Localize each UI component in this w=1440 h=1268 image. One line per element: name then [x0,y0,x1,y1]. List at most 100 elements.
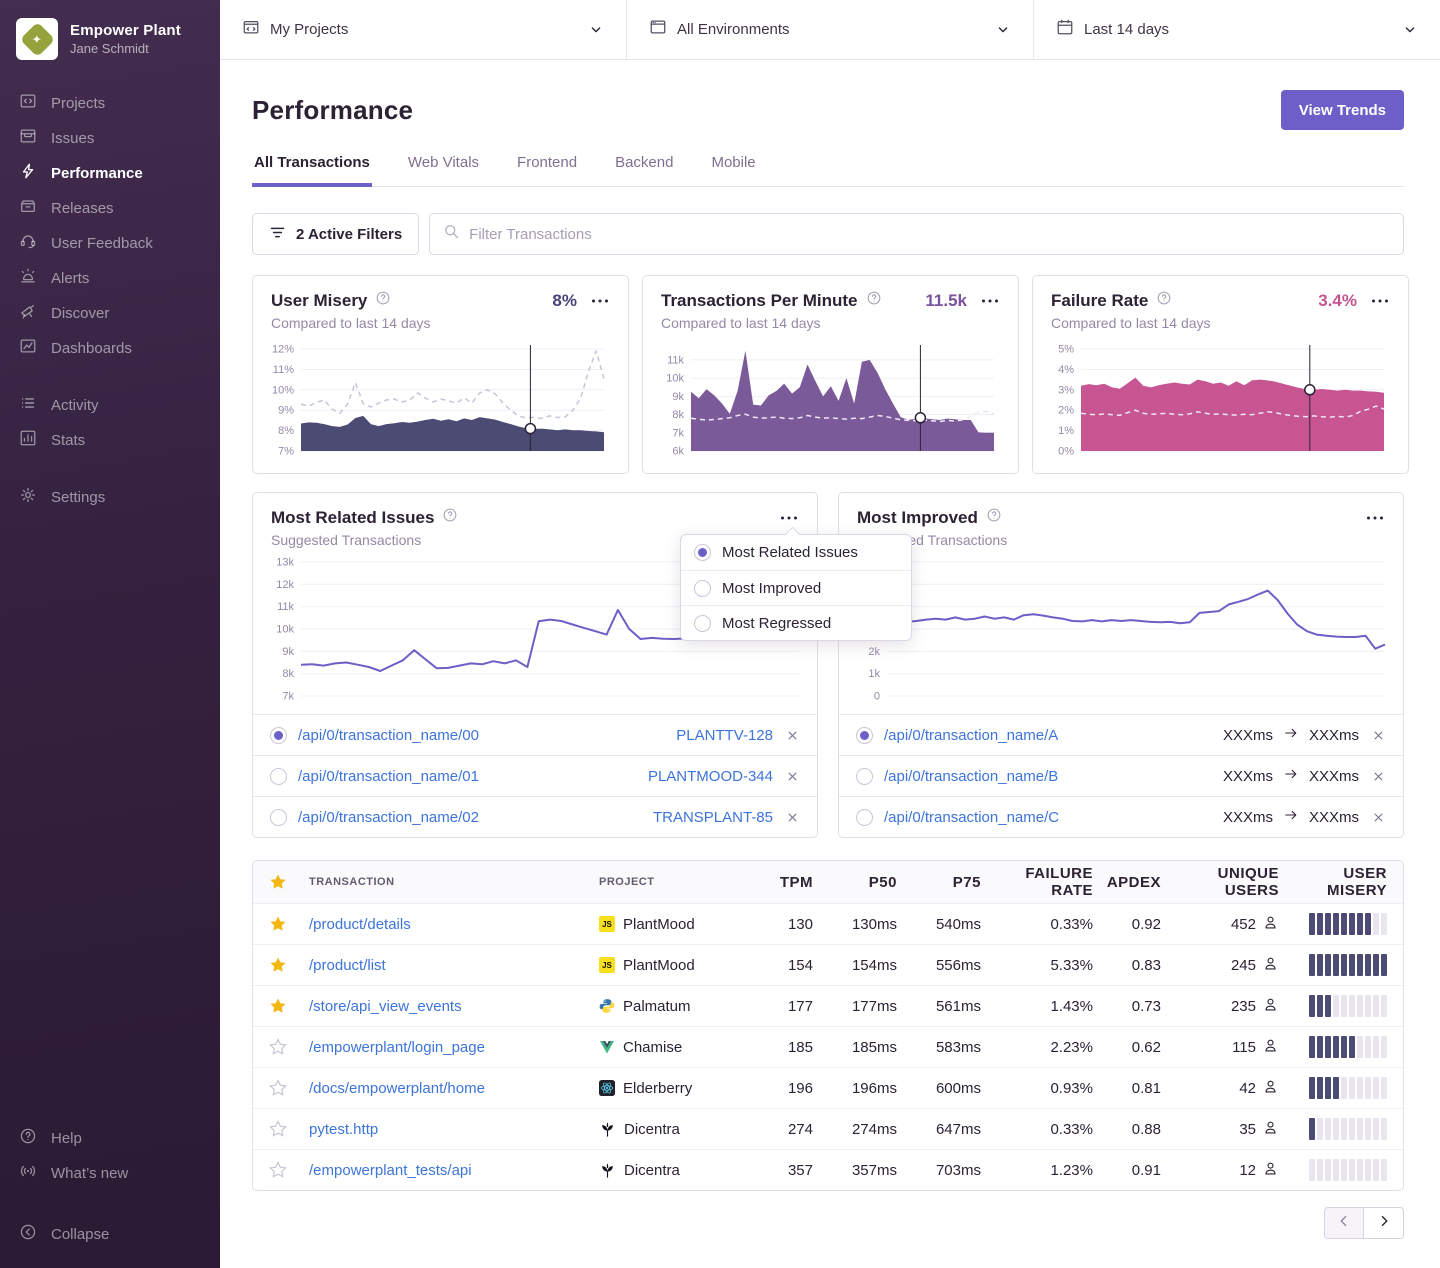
close-icon[interactable] [785,810,800,825]
tab-frontend[interactable]: Frontend [515,154,579,187]
card-menu-button[interactable] [1365,508,1385,528]
card-menu-button[interactable] [1370,291,1390,311]
sidebar-item-what-s-new[interactable]: What’s new [0,1156,220,1191]
close-icon[interactable] [1371,728,1386,743]
sidebar-item-issues[interactable]: Issues [0,121,220,156]
main-area: My Projects All Environments Last 14 day… [220,0,1440,1268]
help-icon[interactable] [375,290,391,311]
transaction-link[interactable]: /api/0/transaction_name/B [884,768,1058,785]
tab-all-transactions[interactable]: All Transactions [252,154,372,187]
sidebar-item-alerts[interactable]: Alerts [0,261,220,296]
sidebar-item-discover[interactable]: Discover [0,296,220,331]
svg-text:11k: 11k [667,354,684,366]
selector-last-14-days[interactable]: Last 14 days [1033,0,1440,59]
transaction-link[interactable]: /store/api_view_events [309,998,599,1015]
transaction-link[interactable]: /empowerplant_tests/api [309,1162,599,1179]
help-icon[interactable] [1156,290,1172,311]
radio-button [694,544,711,561]
card-menu-button[interactable] [590,291,610,311]
menu-item-most-related-issues[interactable]: Most Related Issues [681,535,911,570]
issues-icon [19,127,37,150]
sidebar-item-stats[interactable]: Stats [0,423,220,458]
transaction-link[interactable]: /api/0/transaction_name/C [884,809,1059,826]
card-user-misery: User Misery 8% Compared to last 14 days … [252,275,629,474]
view-trends-button[interactable]: View Trends [1281,90,1404,130]
activity-icon [19,394,37,417]
unique-users-cell: 115 [1161,1037,1279,1058]
star-outline-icon[interactable] [269,1120,309,1138]
card-menu-button[interactable] [779,508,799,528]
transaction-link[interactable]: /product/details [309,916,599,933]
chevron-down-icon [588,22,604,38]
whatsnew-icon [19,1162,37,1185]
radio-button[interactable] [270,727,287,744]
sidebar-item-user-feedback[interactable]: User Feedback [0,226,220,261]
sidebar-item-settings[interactable]: Settings [0,480,220,515]
sidebar-item-dashboards[interactable]: Dashboards [0,331,220,366]
transaction-link[interactable]: /api/0/transaction_name/02 [298,809,479,826]
org-name: Empower Plant [70,22,181,39]
search-input[interactable] [469,226,1390,243]
transactions-table: TRANSACTIONPROJECT TPMP50P75 FAILURE RAT… [252,860,1404,1191]
svg-text:6k: 6k [672,446,684,458]
issue-link[interactable]: PLANTTV-128 [676,727,773,744]
user-misery-bars [1279,1077,1387,1099]
sidebar-item-performance[interactable]: Performance [0,156,220,191]
tab-web-vitals[interactable]: Web Vitals [406,154,481,187]
next-page-button[interactable] [1364,1207,1404,1239]
radio-button[interactable] [856,768,873,785]
star-filled-icon[interactable] [269,956,309,974]
svg-text:0: 0 [874,691,880,703]
transaction-link[interactable]: /api/0/transaction_name/A [884,727,1058,744]
global-selectors-bar: My Projects All Environments Last 14 day… [220,0,1440,60]
selector-all-environments[interactable]: All Environments [626,0,1033,59]
unique-users-cell: 245 [1161,955,1279,976]
org-switcher[interactable]: ✦ Empower Plant Jane Schmidt [0,18,220,60]
help-icon[interactable] [986,507,1002,528]
star-filled-icon[interactable] [269,915,309,933]
card-menu-button[interactable] [980,291,1000,311]
radio-button[interactable] [270,768,287,785]
selector-my-projects[interactable]: My Projects [220,0,626,59]
radio-button[interactable] [270,809,287,826]
active-filters-button[interactable]: 2 Active Filters [252,213,419,255]
close-icon[interactable] [785,769,800,784]
svg-text:10%: 10% [272,384,294,396]
close-icon[interactable] [785,728,800,743]
user-name: Jane Schmidt [70,41,181,56]
javascript-icon: JS [599,957,615,973]
star-outline-icon[interactable] [269,1161,309,1179]
star-outline-icon[interactable] [269,1079,309,1097]
svg-text:12%: 12% [272,344,294,356]
person-icon [1262,1160,1279,1181]
transaction-link[interactable]: pytest.http [309,1121,599,1138]
svg-text:9%: 9% [278,405,294,417]
transaction-link[interactable]: /api/0/transaction_name/00 [298,727,479,744]
help-icon[interactable] [442,507,458,528]
menu-item-most-improved[interactable]: Most Improved [681,570,911,605]
star-filled-icon[interactable] [269,997,309,1015]
radio-button[interactable] [856,727,873,744]
menu-item-most-regressed[interactable]: Most Regressed [681,605,911,640]
transaction-link[interactable]: /docs/empowerplant/home [309,1080,599,1097]
transaction-link[interactable]: /product/list [309,957,599,974]
arrow-right-icon [1283,807,1299,828]
sidebar-item-collapse[interactable]: Collapse [0,1217,220,1252]
sidebar-item-releases[interactable]: Releases [0,191,220,226]
close-icon[interactable] [1371,810,1386,825]
sidebar-item-help[interactable]: Help [0,1121,220,1156]
transaction-link[interactable]: /empowerplant/login_page [309,1039,599,1056]
star-icon [269,873,309,891]
tab-backend[interactable]: Backend [613,154,675,187]
radio-button[interactable] [856,809,873,826]
sidebar-item-projects[interactable]: Projects [0,86,220,121]
issue-link[interactable]: TRANSPLANT-85 [653,809,773,826]
sidebar-item-activity[interactable]: Activity [0,388,220,423]
transaction-link[interactable]: /api/0/transaction_name/01 [298,768,479,785]
vue-icon [599,1039,615,1055]
star-outline-icon[interactable] [269,1038,309,1056]
tab-mobile[interactable]: Mobile [709,154,757,187]
help-icon[interactable] [866,290,882,311]
close-icon[interactable] [1371,769,1386,784]
issue-link[interactable]: PLANTMOOD-344 [648,768,773,785]
